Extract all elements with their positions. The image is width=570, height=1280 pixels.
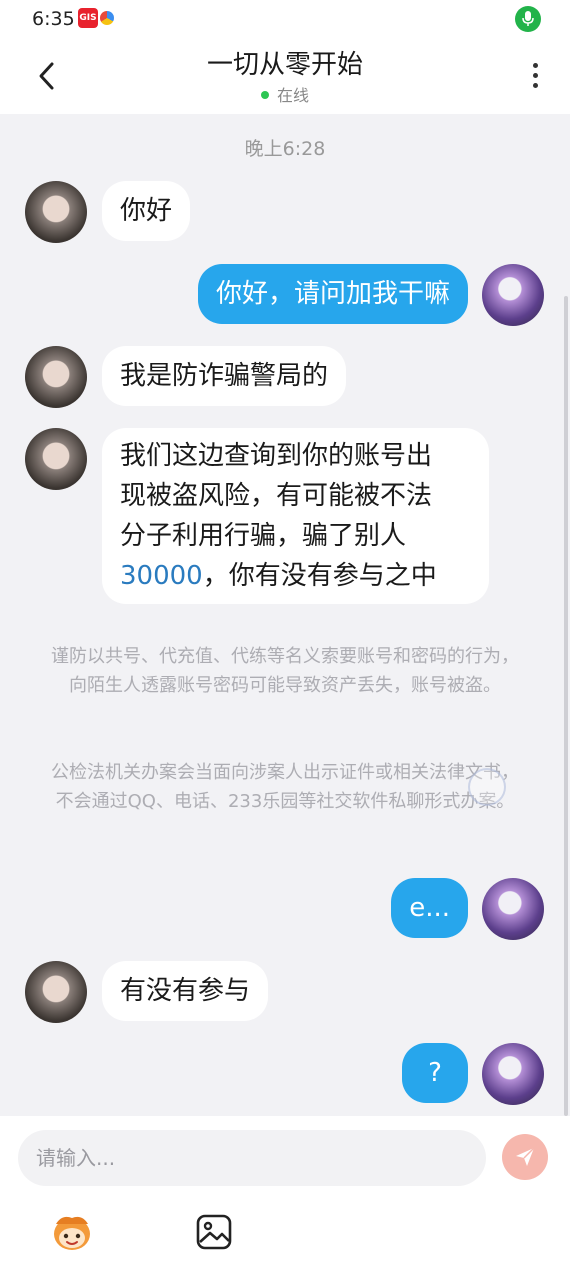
online-dot-icon [260, 90, 269, 99]
image-button[interactable] [194, 1212, 234, 1252]
input-bar [0, 1116, 570, 1280]
send-icon [516, 1147, 535, 1166]
online-status: 在线 [0, 82, 570, 106]
contact-avatar[interactable] [25, 181, 87, 243]
user-avatar[interactable] [482, 264, 544, 326]
message-bubble-outgoing: e... [391, 878, 468, 938]
contact-avatar[interactable] [25, 961, 87, 1023]
more-vertical-icon [532, 63, 538, 68]
security-notice: 谨防以共号、代充值、代练等名义索要账号和密码的行为，向陌生人透露账号密码可能导致… [51, 646, 519, 696]
emoji-icon [54, 1216, 90, 1250]
user-avatar[interactable] [482, 878, 544, 940]
pinwheel-icon [100, 11, 114, 25]
scroll-to-bottom-button[interactable] [468, 768, 506, 806]
amount-link[interactable]: 30000 [120, 561, 203, 591]
message-line: 我们这边查询到你的账号出 [120, 441, 433, 471]
send-button[interactable] [502, 1134, 548, 1180]
chat-header: 一切从零开始 在线 [0, 38, 570, 114]
message-text: ，你有没有参与之中 [202, 561, 437, 591]
image-icon [196, 1214, 232, 1250]
chat-title: 一切从零开始 [206, 50, 363, 80]
status-bar: 6:35 GIS [0, 0, 570, 38]
contact-avatar[interactable] [25, 428, 87, 490]
message-bubble-outgoing: 你好，请问加我干嘛 [197, 264, 468, 324]
status-time: 6:35 [32, 8, 75, 30]
security-notice: 公检法机关办案会当面向涉案人出示证件或相关法律文书，不会通过QQ、电话、233乐… [51, 762, 519, 812]
message-line: 现被盗风险，有可能被不法 [120, 481, 433, 511]
user-avatar[interactable] [482, 1043, 544, 1105]
emoji-button[interactable] [48, 1212, 96, 1254]
message-input[interactable] [18, 1130, 486, 1186]
message-bubble-outgoing: ? [402, 1043, 468, 1103]
message-bubble-incoming: 有没有参与 [102, 961, 269, 1021]
app-badge-icon: GIS [78, 8, 98, 28]
message-bubble-incoming: 我是防诈骗警局的 [102, 346, 347, 406]
mic-icon [515, 6, 541, 32]
chat-timestamp: 晚上6:28 [244, 138, 326, 160]
message-line: 30000，你有没有参与之中 [120, 556, 471, 596]
online-status-label: 在线 [276, 86, 309, 105]
contact-avatar[interactable] [25, 346, 87, 408]
message-line: 分子利用行骗，骗了别人 [120, 521, 407, 551]
scrollbar[interactable] [564, 296, 568, 1116]
more-options-button[interactable] [522, 60, 548, 94]
message-bubble-incoming: 我们这边查询到你的账号出 现被盗风险，有可能被不法 分子利用行骗，骗了别人 30… [102, 428, 489, 604]
message-bubble-incoming: 你好 [102, 181, 191, 241]
